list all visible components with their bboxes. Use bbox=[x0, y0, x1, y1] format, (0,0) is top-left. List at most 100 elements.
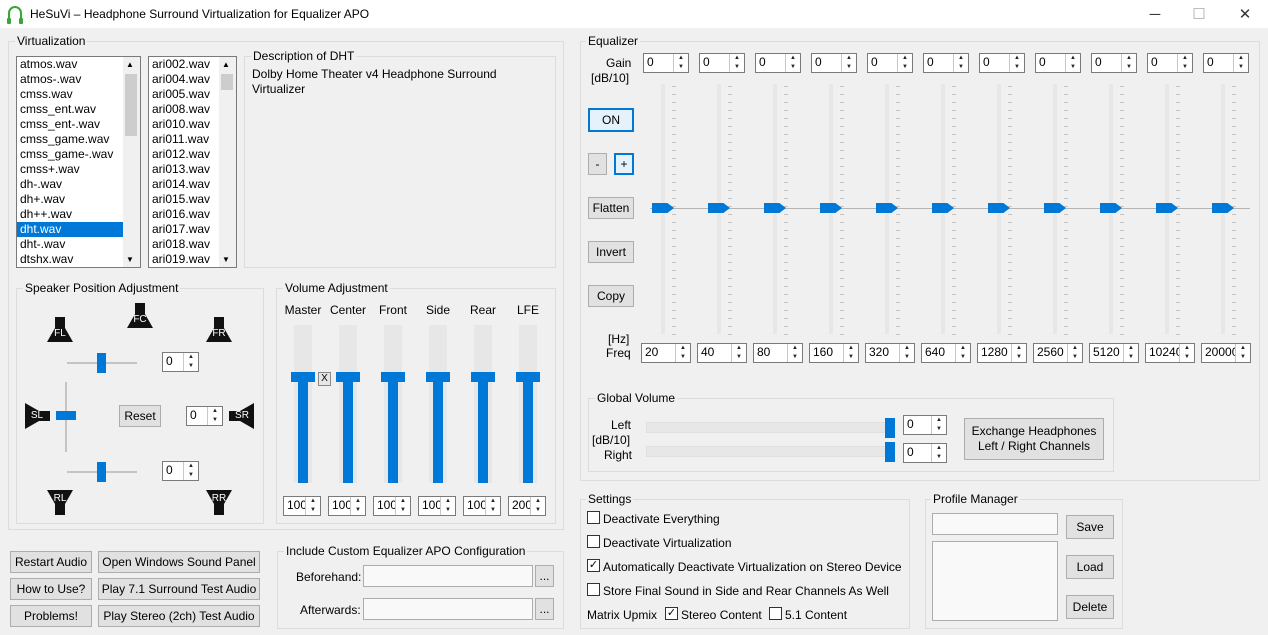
up-arrow-icon[interactable]: ▲ bbox=[730, 54, 744, 63]
speaker-rr-icon[interactable]: RR bbox=[205, 488, 233, 516]
down-arrow-icon[interactable]: ▼ bbox=[676, 353, 690, 362]
down-arrow-icon[interactable]: ▼ bbox=[954, 63, 968, 72]
eq-gain-spinner-10[interactable]: 0 ▲ ▼ bbox=[1203, 53, 1249, 73]
list-item[interactable]: cmss_game-.wav bbox=[17, 147, 123, 162]
eq-gain-spinner-9[interactable]: 0 ▲ ▼ bbox=[1147, 53, 1193, 73]
speaker-fr-icon[interactable]: FR bbox=[205, 316, 233, 344]
eq-freq-spinner-7[interactable]: 2560 ▲ ▼ bbox=[1033, 343, 1083, 363]
up-arrow-icon[interactable]: ▲ bbox=[184, 462, 198, 471]
list-item[interactable]: cmss_ent.wav bbox=[17, 102, 123, 117]
down-arrow-icon[interactable]: ▼ bbox=[1236, 353, 1250, 362]
scroll-up-icon[interactable]: ▲ bbox=[222, 60, 230, 69]
up-arrow-icon[interactable]: ▲ bbox=[531, 497, 545, 506]
eq-freq-spinner-5[interactable]: 640 ▲ ▼ bbox=[921, 343, 971, 363]
down-arrow-icon[interactable]: ▼ bbox=[674, 63, 688, 72]
eq-freq-spinner-9[interactable]: 10240▲▼ bbox=[1145, 343, 1195, 363]
scroll-down-icon[interactable]: ▼ bbox=[126, 255, 134, 264]
hrir-list-item[interactable]: ari019.wav bbox=[149, 252, 219, 267]
list-item[interactable]: dht-.wav bbox=[17, 237, 123, 252]
eq-freq-spinner-4[interactable]: 320 ▲ ▼ bbox=[865, 343, 915, 363]
eq-gain-spinner-2[interactable]: 0 ▲ ▼ bbox=[755, 53, 801, 73]
rear-position-spinner[interactable]: 0 ▲ ▼ bbox=[162, 461, 199, 481]
reset-master-button[interactable]: X bbox=[318, 372, 331, 386]
down-arrow-icon[interactable]: ▼ bbox=[184, 471, 198, 480]
up-arrow-icon[interactable]: ▲ bbox=[1068, 344, 1082, 353]
profile-name-input[interactable] bbox=[932, 513, 1058, 535]
eq-freq-spinner-10[interactable]: 20000▲▼ bbox=[1201, 343, 1251, 363]
volume-lfe-spinner[interactable]: 200 ▲ ▼ bbox=[508, 496, 546, 516]
eq-freq-spinner-3[interactable]: 160 ▲ ▼ bbox=[809, 343, 859, 363]
volume-rear-spinner[interactable]: 100 ▲ ▼ bbox=[463, 496, 501, 516]
down-arrow-icon[interactable]: ▼ bbox=[1180, 353, 1194, 362]
left-volume-slider[interactable] bbox=[646, 422, 888, 433]
speaker-rl-icon[interactable]: RL bbox=[46, 488, 74, 516]
eq-gain-spinner-1[interactable]: 0 ▲ ▼ bbox=[699, 53, 745, 73]
left-volume-spinner[interactable]: 0 ▲ ▼ bbox=[903, 415, 947, 435]
copy-button[interactable]: Copy bbox=[588, 285, 634, 307]
down-arrow-icon[interactable]: ▼ bbox=[730, 63, 744, 72]
down-arrow-icon[interactable]: ▼ bbox=[486, 506, 500, 515]
volume-side-spinner[interactable]: 100 ▲ ▼ bbox=[418, 496, 456, 516]
close-button[interactable]: ✕ bbox=[1222, 0, 1268, 28]
up-arrow-icon[interactable]: ▲ bbox=[1234, 54, 1248, 63]
play-stereo-test-button[interactable]: Play Stereo (2ch) Test Audio bbox=[98, 605, 260, 627]
eq-freq-spinner-2[interactable]: 80 ▲ ▼ bbox=[753, 343, 803, 363]
scroll-thumb[interactable] bbox=[221, 74, 233, 90]
list-item[interactable]: atmos.wav bbox=[17, 57, 123, 72]
checkbox-deact-virt[interactable] bbox=[587, 535, 600, 548]
profile-list[interactable] bbox=[932, 541, 1058, 621]
down-arrow-icon[interactable]: ▼ bbox=[396, 506, 410, 515]
down-arrow-icon[interactable]: ▼ bbox=[1068, 353, 1082, 362]
down-arrow-icon[interactable]: ▼ bbox=[1122, 63, 1136, 72]
hrir-list[interactable]: ari002.wav ari004.wav ari005.wav ari008.wav… bbox=[148, 56, 237, 268]
up-arrow-icon[interactable]: ▲ bbox=[208, 407, 222, 416]
hrir-list-item[interactable]: ari010.wav bbox=[149, 117, 219, 132]
list-item[interactable]: dh++.wav bbox=[17, 207, 123, 222]
virtualization-list[interactable]: atmos.wav atmos-.wav cmss.wav cmss_ent.wav c… bbox=[16, 56, 141, 268]
volume-master-thumb[interactable] bbox=[291, 372, 315, 382]
eq-gain-spinner-6[interactable]: 0 ▲ ▼ bbox=[979, 53, 1025, 73]
up-arrow-icon[interactable]: ▲ bbox=[844, 344, 858, 353]
hrir-list-item[interactable]: ari016.wav bbox=[149, 207, 219, 222]
up-arrow-icon[interactable]: ▲ bbox=[956, 344, 970, 353]
up-arrow-icon[interactable]: ▲ bbox=[954, 54, 968, 63]
delete-profile-button[interactable]: Delete bbox=[1066, 595, 1114, 619]
speaker-fl-icon[interactable]: FL bbox=[46, 316, 74, 344]
up-arrow-icon[interactable]: ▲ bbox=[1012, 344, 1026, 353]
list-item[interactable]: dh+.wav bbox=[17, 192, 123, 207]
down-arrow-icon[interactable]: ▼ bbox=[956, 353, 970, 362]
hrir-list-item[interactable]: ari018.wav bbox=[149, 237, 219, 252]
down-arrow-icon[interactable]: ▼ bbox=[441, 506, 455, 515]
down-arrow-icon[interactable]: ▼ bbox=[1066, 63, 1080, 72]
up-arrow-icon[interactable]: ▲ bbox=[1178, 54, 1192, 63]
hrir-list-item[interactable]: ari008.wav bbox=[149, 102, 219, 117]
volume-center-spinner[interactable]: 100 ▲ ▼ bbox=[328, 496, 366, 516]
up-arrow-icon[interactable]: ▲ bbox=[1010, 54, 1024, 63]
up-arrow-icon[interactable]: ▲ bbox=[842, 54, 856, 63]
list-scrollbar[interactable]: ▲ ▼ bbox=[123, 57, 140, 267]
eq-gain-spinner-5[interactable]: 0 ▲ ▼ bbox=[923, 53, 969, 73]
volume-side-thumb[interactable] bbox=[426, 372, 450, 382]
up-arrow-icon[interactable]: ▲ bbox=[932, 416, 946, 425]
speaker-sr-icon[interactable]: SR bbox=[228, 402, 256, 430]
front-position-spinner[interactable]: 0 ▲ ▼ bbox=[162, 352, 199, 372]
checkbox-stereo[interactable]: ✓ bbox=[665, 607, 678, 620]
scroll-thumb[interactable] bbox=[125, 74, 137, 136]
eq-freq-spinner-0[interactable]: 20 ▲ ▼ bbox=[641, 343, 691, 363]
down-arrow-icon[interactable]: ▼ bbox=[844, 353, 858, 362]
minimize-button[interactable]: ─ bbox=[1132, 0, 1178, 28]
up-arrow-icon[interactable]: ▲ bbox=[732, 344, 746, 353]
volume-front-spinner[interactable]: 100 ▲ ▼ bbox=[373, 496, 411, 516]
checkbox-deact-all[interactable] bbox=[587, 511, 600, 524]
down-arrow-icon[interactable]: ▼ bbox=[1012, 353, 1026, 362]
down-arrow-icon[interactable]: ▼ bbox=[898, 63, 912, 72]
down-arrow-icon[interactable]: ▼ bbox=[184, 362, 198, 371]
open-sound-panel-button[interactable]: Open Windows Sound Panel bbox=[98, 551, 260, 573]
hrir-list-item[interactable]: ari014.wav bbox=[149, 177, 219, 192]
down-arrow-icon[interactable]: ▼ bbox=[732, 353, 746, 362]
eq-plus-button[interactable]: + bbox=[614, 153, 634, 175]
invert-button[interactable]: Invert bbox=[588, 241, 634, 263]
reset-button[interactable]: Reset bbox=[119, 405, 161, 427]
up-arrow-icon[interactable]: ▲ bbox=[441, 497, 455, 506]
up-arrow-icon[interactable]: ▲ bbox=[674, 54, 688, 63]
